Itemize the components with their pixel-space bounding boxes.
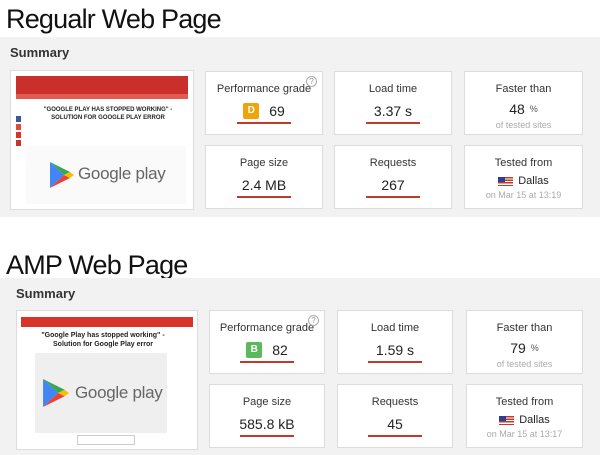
load-time-card: Load time 1.59 s: [337, 310, 453, 374]
test-date: on Mar 15 at 13:19: [485, 190, 562, 200]
load-time-value: 3.37 s: [373, 103, 413, 119]
us-flag-icon: [498, 176, 514, 186]
summary-label: Summary: [16, 286, 76, 301]
screenshot-headline: "Google Play has stopped working" - Solu…: [41, 332, 165, 348]
page-size-card: Page size 585.8 kB: [209, 384, 325, 448]
summary-label: Summary: [10, 45, 70, 60]
summary-panel-regular: Summary "GOOGLE PLAY HAS STOPPED WORKING…: [0, 37, 600, 217]
faster-than-value: 79: [510, 340, 526, 356]
faster-than-subtext: of tested sites: [495, 120, 552, 130]
requests-value: 45: [387, 416, 403, 432]
card-underline: [237, 122, 291, 124]
card-label: Performance grade: [219, 322, 315, 334]
grade-badge: B: [246, 342, 263, 358]
page-size-card: Page size 2.4 MB: [205, 145, 323, 209]
requests-card: Requests 45: [337, 384, 453, 448]
card-label: Tested from: [494, 157, 553, 169]
requests-value: 267: [381, 177, 405, 193]
performance-grade-card: ? Performance grade D 69: [205, 71, 323, 135]
requests-card: Requests 267: [334, 145, 452, 209]
help-icon[interactable]: ?: [306, 76, 317, 87]
test-location: Dallas: [518, 175, 549, 187]
faster-than-value: 48: [509, 101, 525, 117]
google-play-image: Google play: [26, 146, 186, 204]
social-share-icon: [16, 116, 21, 122]
tested-from-card: Tested from Dallas on Mar 15 at 13:17: [466, 384, 583, 448]
screenshot-headline: "GOOGLE PLAY HAS STOPPED WORKING" - SOLU…: [43, 107, 173, 121]
summary-panel-amp: Summary "Google Play has stopped working…: [0, 278, 600, 455]
card-label: Faster than: [495, 83, 552, 95]
card-underline: [368, 361, 422, 363]
card-label: Page size: [239, 157, 289, 169]
google-play-image: Google play: [35, 353, 167, 433]
screenshot-header-bar: [16, 76, 188, 94]
percent-unit: %: [529, 104, 538, 114]
card-label: Load time: [368, 83, 418, 95]
help-icon[interactable]: ?: [308, 315, 319, 326]
tested-from-card: Tested from Dallas on Mar 15 at 13:19: [464, 145, 583, 209]
card-underline: [366, 122, 420, 124]
card-label: Performance grade: [216, 83, 312, 95]
card-underline: [366, 196, 420, 198]
social-share-icon: [16, 132, 21, 138]
load-time-value: 1.59 s: [375, 342, 415, 358]
card-underline: [368, 435, 422, 437]
card-label: Requests: [371, 396, 419, 408]
faster-than-card: Faster than 79 % of tested sites: [466, 310, 583, 374]
us-flag-icon: [499, 415, 515, 425]
performance-grade-card: ? Performance grade B 82: [209, 310, 325, 374]
google-play-logo-icon: [43, 379, 69, 407]
card-underline: [237, 196, 291, 198]
social-share-icon: [16, 124, 21, 130]
card-label: Faster than: [496, 322, 553, 334]
faster-than-subtext: of tested sites: [496, 359, 553, 369]
screenshot-header-bar: [21, 317, 193, 327]
page-size-value: 2.4 MB: [241, 177, 287, 193]
section-title-amp: AMP Web Page: [6, 250, 188, 280]
card-label: Tested from: [495, 396, 554, 408]
social-share-icon: [16, 140, 21, 146]
screenshot-footer-box: [77, 435, 135, 445]
performance-score: 69: [269, 103, 285, 119]
page-screenshot-thumbnail[interactable]: "Google Play has stopped working" - Solu…: [16, 310, 198, 450]
card-label: Page size: [242, 396, 292, 408]
section-title-regular: Regualr Web Page: [6, 4, 222, 34]
google-play-text: Google play: [78, 164, 166, 183]
percent-unit: %: [530, 343, 539, 353]
test-location: Dallas: [519, 414, 550, 426]
card-label: Requests: [369, 157, 417, 169]
load-time-card: Load time 3.37 s: [334, 71, 452, 135]
page-size-value: 585.8 kB: [239, 416, 295, 432]
card-underline: [240, 435, 294, 437]
google-play-text: Google play: [75, 383, 163, 402]
performance-score: 82: [272, 342, 288, 358]
test-date: on Mar 15 at 13:17: [486, 429, 563, 439]
google-play-logo-icon: [50, 162, 74, 188]
faster-than-card: Faster than 48 % of tested sites: [464, 71, 583, 135]
page-screenshot-thumbnail[interactable]: "GOOGLE PLAY HAS STOPPED WORKING" - SOLU…: [10, 70, 194, 210]
card-label: Load time: [370, 322, 420, 334]
card-underline: [240, 361, 294, 363]
grade-badge: D: [243, 103, 260, 119]
